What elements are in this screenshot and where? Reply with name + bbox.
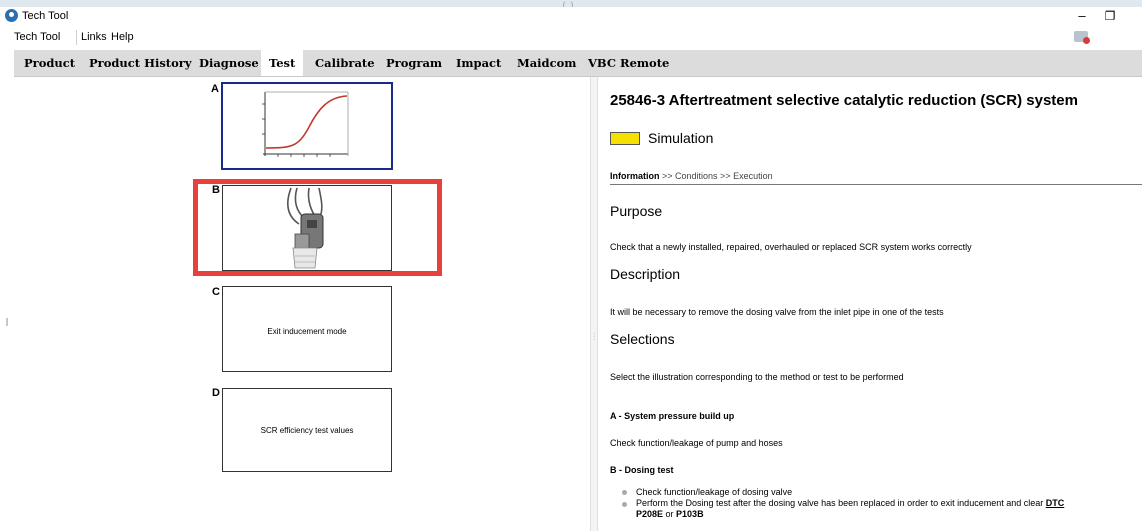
- card-b-dosing-test[interactable]: [222, 185, 392, 271]
- option-a-title: A - System pressure build up: [610, 411, 735, 421]
- breadcrumb-execution[interactable]: Execution: [733, 171, 773, 181]
- selections-text: Select the illustration corresponding to…: [610, 372, 904, 382]
- option-b-bullet2: Perform the Dosing test after the dosing…: [636, 498, 1064, 508]
- card-a-system-pressure[interactable]: [221, 82, 393, 170]
- card-d-text: SCR efficiency test values: [260, 426, 354, 435]
- minimize-button[interactable]: –: [1072, 7, 1092, 25]
- tab-program[interactable]: Program: [386, 50, 442, 76]
- tab-maidcom[interactable]: Maidcom: [517, 50, 576, 76]
- pressure-curve-illustration: [262, 91, 349, 157]
- tab-test[interactable]: Test: [261, 50, 304, 76]
- breadcrumb: Information >> Conditions >> Execution: [610, 171, 773, 181]
- app-logo-icon: [5, 9, 18, 22]
- option-b-bullet2-codes: P208E or P103B: [636, 509, 704, 519]
- main-tab-bar: Product Product History Diagnose Test Ca…: [14, 50, 1142, 77]
- card-a-label: A: [211, 83, 219, 95]
- option-b-bullet1: Check function/leakage of dosing valve: [636, 487, 793, 497]
- card-c-label: C: [212, 286, 220, 298]
- or-text: or: [663, 509, 677, 519]
- detail-pane: 25846-3 Aftertreatment selective catalyt…: [598, 77, 1142, 531]
- splitter-grip-icon: · · ·: [593, 330, 596, 343]
- user-logout-icon[interactable]: [1074, 31, 1090, 44]
- simulation-indicator: [610, 132, 640, 145]
- menu-tech-tool[interactable]: Tech Tool: [14, 31, 60, 43]
- menu-divider: [76, 30, 77, 45]
- restore-button[interactable]: ❐: [1100, 7, 1120, 25]
- option-b-title: B - Dosing test: [610, 465, 674, 475]
- tab-impact[interactable]: Impact: [456, 50, 501, 76]
- purpose-heading: Purpose: [610, 203, 663, 219]
- divider: [610, 184, 1142, 185]
- simulation-label: Simulation: [648, 130, 714, 146]
- tab-calibrate[interactable]: Calibrate: [315, 50, 375, 76]
- purpose-text: Check that a newly installed, repaired, …: [610, 242, 972, 252]
- menu-help[interactable]: Help: [111, 31, 134, 43]
- breadcrumb-sep: >>: [717, 171, 734, 181]
- code-p103b: P103B: [676, 509, 704, 519]
- window-title: Tech Tool: [22, 10, 69, 22]
- menu-links[interactable]: Links: [81, 31, 107, 43]
- card-c-exit-inducement[interactable]: Exit inducement mode: [222, 286, 392, 372]
- tab-vbc-remote[interactable]: VBC Remote: [588, 50, 669, 76]
- tab-product-history[interactable]: Product History: [89, 50, 192, 76]
- dosing-valve-illustration: [286, 187, 324, 269]
- dtc-link[interactable]: DTC: [1046, 498, 1065, 508]
- pane-splitter[interactable]: · · ·: [590, 77, 598, 531]
- menu-bar: Tech Tool Links Help: [14, 28, 1142, 47]
- code-p208e: P208E: [636, 509, 664, 519]
- option-a-text: Check function/leakage of pump and hoses: [610, 438, 783, 448]
- tab-product[interactable]: Product: [24, 50, 75, 76]
- breadcrumb-sep: >>: [659, 171, 676, 181]
- title-bar: Tech Tool – ❐: [0, 7, 1142, 27]
- left-edge-handle: [6, 318, 8, 326]
- test-title: 25846-3 Aftertreatment selective catalyt…: [610, 92, 1078, 109]
- bullet-icon: [622, 490, 627, 495]
- breadcrumb-information[interactable]: Information: [610, 171, 660, 181]
- card-d-scr-efficiency[interactable]: SCR efficiency test values: [222, 388, 392, 472]
- description-heading: Description: [610, 266, 681, 282]
- card-b-label: B: [212, 184, 220, 196]
- card-d-label: D: [212, 387, 220, 399]
- breadcrumb-conditions[interactable]: Conditions: [675, 171, 718, 181]
- description-text: It will be necessary to remove the dosin…: [610, 307, 944, 317]
- bullet-icon: [622, 502, 627, 507]
- tab-diagnose[interactable]: Diagnose: [199, 50, 259, 76]
- selections-heading: Selections: [610, 331, 675, 347]
- option-b-bullet2-text: Perform the Dosing test after the dosing…: [636, 498, 1046, 508]
- card-c-text: Exit inducement mode: [267, 327, 347, 336]
